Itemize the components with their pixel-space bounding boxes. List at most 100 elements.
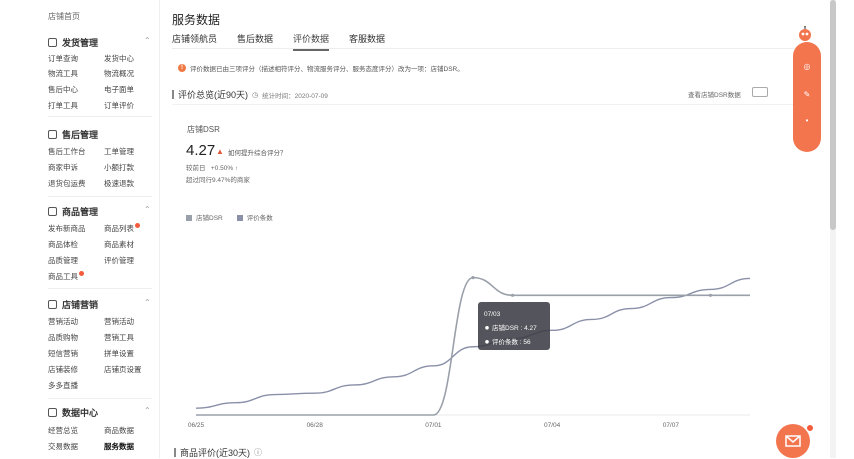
goods-icon [48,207,57,216]
sidebar-item[interactable]: 营销活动 [48,316,78,327]
dsr-title: 评价总览(近90天) [178,90,249,100]
notification-dot [79,271,84,276]
sidebar-item[interactable]: 商品素材 [104,239,134,250]
chevron-up-icon[interactable]: ⌃ [144,205,151,214]
page-title: 服务数据 [172,13,221,27]
sidebar-item[interactable]: 交易数据 [48,441,78,452]
toolbar-pill: ◎ ✎ • [793,42,821,152]
dsr-toggle-switch[interactable] [752,87,768,97]
store-dsr-label: 店铺DSR [187,125,220,134]
sidebar-section-header[interactable]: 售后管理 [48,128,98,141]
sidebar-section-header[interactable]: 发货管理 [48,36,98,49]
legend-item[interactable]: 评价条数 [236,212,273,222]
sidebar-section-header[interactable]: 店铺营销 [48,298,98,311]
sidebar-item[interactable]: 小额打款 [104,162,134,173]
sidebar-item[interactable]: 商品体检 [48,239,78,250]
robot-mascot-icon[interactable] [795,26,815,42]
chart-icon [48,408,57,417]
sidebar-item[interactable]: 多多直播 [48,380,78,391]
sidebar-item[interactable]: 物流概况 [104,68,134,79]
dsr-point[interactable] [510,293,515,297]
dot-icon[interactable]: • [802,116,812,126]
x-tick-label: 07/04 [544,422,561,429]
sidebar-item[interactable]: 商品列表 [104,223,140,234]
page-edge [840,0,854,458]
tooltip-dot [485,326,489,330]
beat-text: 超过同行9.47%的商家 [186,177,250,184]
dsr-point[interactable] [471,276,475,280]
scroll-thumb[interactable] [830,0,836,230]
message-button[interactable] [776,424,810,458]
message-badge [806,424,814,432]
arrow-up-icon: ↑ [234,165,239,172]
sidebar-item[interactable]: 营销活动 [104,316,134,327]
sidebar-item[interactable]: 店铺装修 [48,364,78,375]
sidebar-item[interactable]: 经营总览 [48,425,78,436]
notification-dot [135,223,140,228]
divider [48,116,152,117]
sidebar-item[interactable]: 物流工具 [48,68,78,79]
tooltip-line: 店铺DSR : 4.27 [492,323,537,332]
x-tick-label: 07/01 [425,422,442,429]
notice-banner: ! 评价数据已由三项评分（描述相符评分、物流服务评分、服务态度评分）改为一项：店… [178,63,464,73]
right-float-toolbar: ◎ ✎ • [792,26,822,152]
sidebar-item[interactable]: 极速退款 [104,178,134,189]
tooltip-line: 07/03 [484,311,501,318]
sidebar-section-header[interactable]: 数据中心 [48,406,98,419]
sidebar-item[interactable]: 商品工具 [48,271,84,282]
tooltip-line: 评价条数 : 56 [492,337,531,346]
legend-item[interactable]: 店铺DSR [186,212,223,222]
mail-icon [785,435,801,447]
divider [48,398,152,399]
sidebar-item[interactable]: 售后工作台 [48,146,86,157]
help-icon[interactable]: ⓘ [254,447,262,458]
sidebar-item[interactable]: 工单管理 [104,146,134,157]
sidebar-item[interactable]: 发布新商品 [48,223,86,234]
sidebar-item[interactable]: 品质购物 [48,332,78,343]
sidebar-item[interactable]: 打单工具 [48,100,78,111]
delta-value: +0.50% [210,165,234,172]
title-accent-bar [172,90,174,99]
scrollbar[interactable] [830,0,836,458]
sidebar-item[interactable]: 店铺页设置 [104,364,142,375]
sidebar-item[interactable]: 退货包运费 [48,178,86,189]
dsr-stat-time: 统计时间：2020-07-09 [262,92,328,100]
delta-label: 较前日 [186,165,206,172]
chevron-up-icon[interactable]: ⌃ [144,298,151,307]
sidebar-item[interactable]: 品质管理 [48,255,78,266]
sidebar-item[interactable]: 商品数据 [104,425,134,436]
x-tick-label: 06/25 [188,422,205,429]
title-accent-bar [174,448,176,457]
sidebar-item[interactable]: 售后中心 [48,84,78,95]
divider [172,104,800,105]
score-tip-link[interactable]: 如何提升综合评分？ [228,147,287,157]
sidebar-item[interactable]: 短信营销 [48,348,78,359]
dsr-score: 4.27 [186,142,216,159]
sidebar-item[interactable]: 拼单设置 [104,348,134,359]
sidebar-item-active[interactable]: 服务数据 [104,441,134,452]
edit-icon[interactable]: ✎ [802,90,812,100]
tooltip-dot [485,340,489,344]
dsr-line-chart: 06/25 06/28 07/01 07/04 07/07 07/03 店铺DSR : 4.… [188,276,751,429]
sidebar-section-header[interactable]: 商品管理 [48,205,98,218]
delta-row: 较前日 +0.50% ↑ [186,162,238,172]
x-tick-label: 06/28 [307,422,324,429]
product-review-title: 商品评价(近30天) ⓘ [174,446,262,459]
chevron-up-icon[interactable]: ⌃ [144,36,151,45]
sidebar-item[interactable]: 营销工具 [104,332,134,343]
sidebar-item[interactable]: 电子面单 [104,84,134,95]
divider [48,196,152,197]
chevron-up-icon[interactable]: ⌃ [144,406,151,415]
chart-legend: 店铺DSR 评价条数 [186,212,273,222]
sidebar-item[interactable]: 订单评价 [104,100,134,111]
sidebar-item[interactable]: 订单查询 [48,53,78,64]
dsr-point[interactable] [708,293,713,297]
sidebar-item[interactable]: 评价管理 [104,255,134,266]
sidebar-home-link[interactable]: 店铺首页 [48,11,80,22]
sidebar-item[interactable]: 发货中心 [104,53,134,64]
warning-triangle-icon: ▲ [216,147,224,156]
dsr-toggle-label: 查看店铺DSR数据 [688,92,741,99]
main-content: 服务数据 店铺领航员 售后数据 评价数据 客服数据 ! 评价数据已由三项评分（描… [160,0,826,458]
collect-icon[interactable]: ◎ [802,62,812,72]
sidebar-item[interactable]: 商家申诉 [48,162,78,173]
